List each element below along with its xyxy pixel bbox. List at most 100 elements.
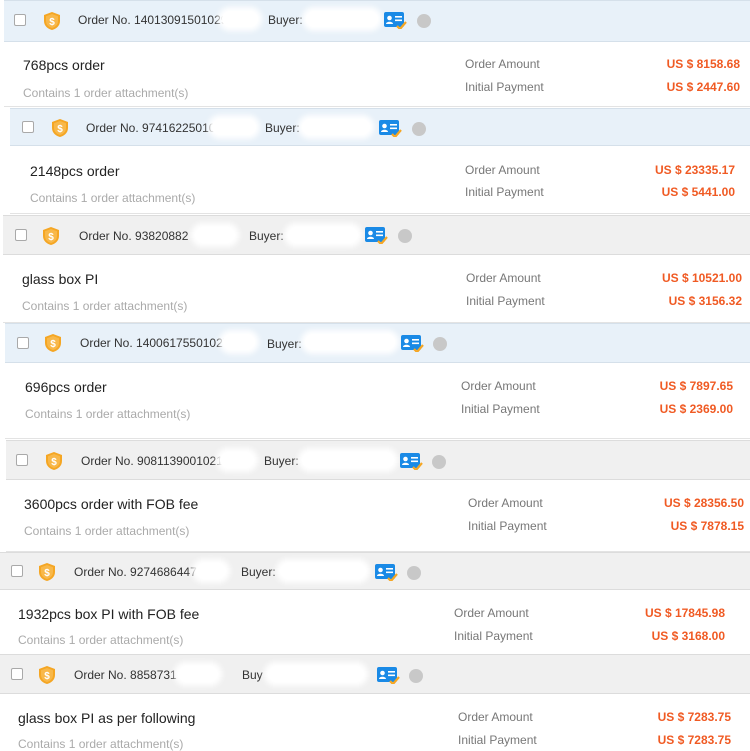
order-4: Order No. 14006175501027 Buyer: 696pcs o… <box>5 323 750 439</box>
order-checkbox[interactable] <box>16 454 28 466</box>
buyer-card-icon[interactable] <box>379 120 402 137</box>
order-amount-label: Order Amount <box>468 496 543 510</box>
attachment-info[interactable]: Contains 1 order attachment(s) <box>24 524 189 538</box>
initial-payment: US $ 7878.15 <box>670 519 744 533</box>
order-amount-label: Order Amount <box>465 57 540 71</box>
chat-status-icon[interactable] <box>409 669 423 683</box>
gold-shield-icon <box>44 12 60 30</box>
initial-payment: US $ 7283.75 <box>657 733 731 747</box>
initial-payment-label: Initial Payment <box>461 402 540 416</box>
order-checkbox[interactable] <box>11 565 23 577</box>
initial-payment: US $ 2369.00 <box>659 402 733 416</box>
gold-shield-icon <box>45 334 61 352</box>
initial-payment: US $ 3168.00 <box>651 629 725 643</box>
attachment-info[interactable]: Contains 1 order attachment(s) <box>25 407 190 421</box>
order-body: 2148pcs order Contains 1 order attachmen… <box>10 146 750 214</box>
buyer-label: Buyer: <box>241 565 276 579</box>
redacted <box>222 11 258 27</box>
order-amount: US $ 8158.68 <box>666 57 740 71</box>
chat-status-icon[interactable] <box>412 122 426 136</box>
redacted <box>212 119 256 135</box>
order-title[interactable]: 2148pcs order <box>30 163 120 179</box>
order-title[interactable]: 1932pcs box PI with FOB fee <box>18 606 199 622</box>
attachment-info[interactable]: Contains 1 order attachment(s) <box>30 191 195 205</box>
chat-status-icon[interactable] <box>432 455 446 469</box>
buyer-card-icon[interactable] <box>400 453 423 470</box>
order-body: glass box PI as per following Contains 1… <box>0 694 750 751</box>
order-number[interactable]: Order No. 8858731 <box>74 668 177 682</box>
order-6: Order No. 9274686447 Buyer: 1932pcs box … <box>0 552 750 656</box>
order-title[interactable]: 696pcs order <box>25 379 107 395</box>
order-title[interactable]: glass box PI <box>22 271 98 287</box>
redacted <box>178 666 218 682</box>
order-3: Order No. 93820882 Buyer: glass box PI C… <box>3 215 750 323</box>
gold-shield-icon <box>52 119 68 137</box>
chat-status-icon[interactable] <box>433 337 447 351</box>
initial-payment-label: Initial Payment <box>466 294 545 308</box>
gold-shield-icon <box>39 666 55 684</box>
attachment-info[interactable]: Contains 1 order attachment(s) <box>23 86 188 100</box>
order-title[interactable]: glass box PI as per following <box>18 710 195 726</box>
order-1: Order No. 14013091501029 Buyer: 768pcs o… <box>4 0 750 107</box>
order-7: Order No. 8858731 Buy glass box PI as pe… <box>0 654 750 751</box>
order-checkbox[interactable] <box>14 14 26 26</box>
chat-status-icon[interactable] <box>398 229 412 243</box>
initial-payment: US $ 3156.32 <box>668 294 742 308</box>
order-number[interactable]: Order No. 93820882 <box>79 229 188 243</box>
initial-payment-label: Initial Payment <box>458 733 537 747</box>
attachment-info[interactable]: Contains 1 order attachment(s) <box>18 633 183 647</box>
order-amount-label: Order Amount <box>458 710 533 724</box>
order-body: 768pcs order Contains 1 order attachment… <box>4 42 750 107</box>
initial-payment-label: Initial Payment <box>454 629 533 643</box>
gold-shield-icon <box>43 227 59 245</box>
order-header: Order No. 8858731 Buy <box>0 654 750 694</box>
order-checkbox[interactable] <box>17 337 29 349</box>
redacted <box>302 119 370 135</box>
initial-payment-label: Initial Payment <box>468 519 547 533</box>
redacted <box>280 563 366 579</box>
order-amount-label: Order Amount <box>465 163 540 177</box>
redacted <box>220 452 254 468</box>
buyer-label: Buyer: <box>264 454 299 468</box>
buyer-card-icon[interactable] <box>365 227 388 244</box>
buyer-label: Buyer: <box>268 13 303 27</box>
redacted <box>195 227 235 243</box>
order-amount-label: Order Amount <box>461 379 536 393</box>
redacted <box>288 227 358 243</box>
order-header: Order No. 93820882 Buyer: <box>3 215 750 255</box>
order-number[interactable]: Order No. 97416225010 <box>86 121 215 135</box>
initial-payment-label: Initial Payment <box>465 185 544 199</box>
order-2: Order No. 97416225010 Buyer: 2148pcs ord… <box>10 108 750 214</box>
attachment-info[interactable]: Contains 1 order attachment(s) <box>18 737 183 751</box>
order-title[interactable]: 768pcs order <box>23 57 105 73</box>
chat-status-icon[interactable] <box>417 14 431 28</box>
order-amount: US $ 7897.65 <box>659 379 733 393</box>
redacted <box>305 334 395 350</box>
order-amount-label: Order Amount <box>466 271 541 285</box>
order-checkbox[interactable] <box>11 668 23 680</box>
order-checkbox[interactable] <box>15 229 27 241</box>
order-amount: US $ 23335.17 <box>654 163 735 177</box>
order-title[interactable]: 3600pcs order with FOB fee <box>24 496 198 512</box>
order-body: 3600pcs order with FOB fee Contains 1 or… <box>6 480 750 552</box>
buyer-card-icon[interactable] <box>384 12 407 29</box>
attachment-info[interactable]: Contains 1 order attachment(s) <box>22 299 187 313</box>
initial-payment: US $ 5441.00 <box>661 185 735 199</box>
order-header: Order No. 14006175501027 Buyer: <box>5 323 750 363</box>
order-amount: US $ 10521.00 <box>661 271 742 285</box>
order-number[interactable]: Order No. 9274686447 <box>74 565 197 579</box>
initial-payment: US $ 2447.60 <box>666 80 740 94</box>
buyer-card-icon[interactable] <box>377 667 400 684</box>
buyer-label: Buyer: <box>265 121 300 135</box>
redacted <box>223 334 255 350</box>
order-amount-label: Order Amount <box>454 606 529 620</box>
order-header: Order No. 90811390010213 Buyer: <box>6 440 750 480</box>
order-number[interactable]: Order No. 90811390010213 <box>81 454 230 468</box>
buyer-card-icon[interactable] <box>375 564 398 581</box>
order-checkbox[interactable] <box>22 121 34 133</box>
order-number[interactable]: Order No. 14006175501027 <box>80 336 229 350</box>
buyer-card-icon[interactable] <box>401 335 424 352</box>
chat-status-icon[interactable] <box>407 566 421 580</box>
order-number[interactable]: Order No. 14013091501029 <box>78 13 227 27</box>
order-body: glass box PI Contains 1 order attachment… <box>3 255 750 323</box>
